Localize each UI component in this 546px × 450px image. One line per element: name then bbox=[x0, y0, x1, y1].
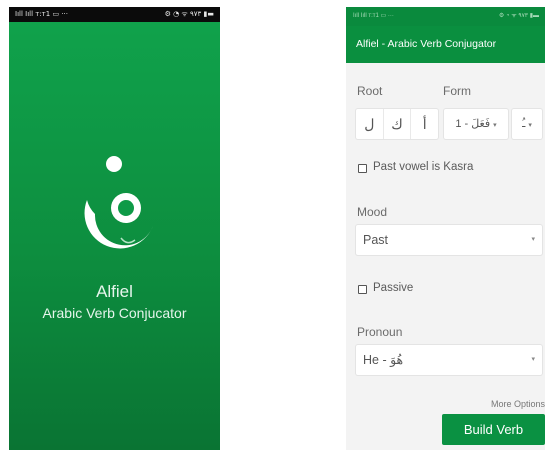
status-left: Iıll Iıll ᴛ:ᴛ1 ▭ ··· bbox=[15, 10, 68, 18]
passive-label[interactable]: Passive bbox=[373, 282, 413, 294]
past-vowel-checkbox[interactable] bbox=[358, 164, 367, 173]
status-right: ⚙ ◔ ᯤ ٩٧٣ ▮▬ bbox=[498, 13, 539, 19]
app-title: Alfiel - Arabic Verb Conjugator bbox=[356, 38, 497, 50]
status-bar: Iıll Iıll ᴛ:ᴛ1 ▭ ··· ⚙ ◔ ᯤ ٩٧٣ ▮▬ bbox=[346, 7, 545, 26]
mood-value: Past bbox=[363, 233, 389, 247]
splash-subtitle: Arabic Verb Conjucator bbox=[42, 305, 187, 321]
chevron-down-icon: ▾ bbox=[531, 356, 535, 363]
passive-checkbox[interactable] bbox=[358, 285, 367, 294]
chevron-down-icon: ▾ bbox=[493, 122, 497, 129]
splash-title: Alfiel bbox=[96, 282, 133, 301]
status-bar: Iıll Iıll ᴛ:ᴛ1 ▭ ··· ⚙ ◔ ᯤ ٩٧٣ ▮▬ bbox=[9, 7, 220, 22]
conjugator-screen: Iıll Iıll ᴛ:ᴛ1 ▭ ··· ⚙ ◔ ᯤ ٩٧٣ ▮▬ Alfiel… bbox=[346, 7, 545, 450]
pronoun-label: Pronoun bbox=[357, 325, 403, 339]
build-verb-button[interactable]: Build Verb bbox=[442, 414, 545, 445]
status-right: ⚙ ◔ ᯤ ٩٧٣ ▮▬ bbox=[164, 10, 214, 18]
vowel-select[interactable]: ـُ ▾ bbox=[512, 109, 542, 139]
chevron-down-icon: ▾ bbox=[528, 122, 532, 129]
form-label: Form bbox=[443, 84, 471, 98]
vowel-value: ـُ bbox=[522, 118, 526, 130]
pronoun-select[interactable]: He - هُوَ ▾ bbox=[356, 345, 542, 375]
splash-screen: Iıll Iıll ᴛ:ᴛ1 ▭ ··· ⚙ ◔ ᯤ ٩٧٣ ▮▬ Alfiel… bbox=[9, 7, 220, 450]
fa-letter-logo-icon bbox=[84, 156, 153, 249]
form-value: فَعَلَ - 1 bbox=[455, 118, 491, 130]
root-letter-1[interactable]: ل bbox=[356, 109, 384, 139]
root-letters-group: ل ك أ bbox=[356, 109, 438, 139]
past-vowel-label[interactable]: Past vowel is Kasra bbox=[373, 161, 473, 173]
root-letter-2[interactable]: ك bbox=[384, 109, 412, 139]
root-label: Root bbox=[357, 84, 383, 98]
mood-select[interactable]: Past ▾ bbox=[356, 225, 542, 255]
root-letter-3[interactable]: أ bbox=[411, 109, 438, 139]
more-options-link[interactable]: More Options bbox=[491, 399, 545, 409]
app-title-bar: Alfiel - Arabic Verb Conjugator bbox=[346, 26, 545, 63]
status-left: Iıll Iıll ᴛ:ᴛ1 ▭ ··· bbox=[353, 13, 394, 19]
form-select[interactable]: فَعَلَ - 1 ▾ bbox=[444, 109, 508, 139]
pronoun-value: He - هُوَ bbox=[363, 353, 404, 367]
mood-label: Mood bbox=[357, 205, 388, 219]
chevron-down-icon: ▾ bbox=[531, 236, 535, 243]
